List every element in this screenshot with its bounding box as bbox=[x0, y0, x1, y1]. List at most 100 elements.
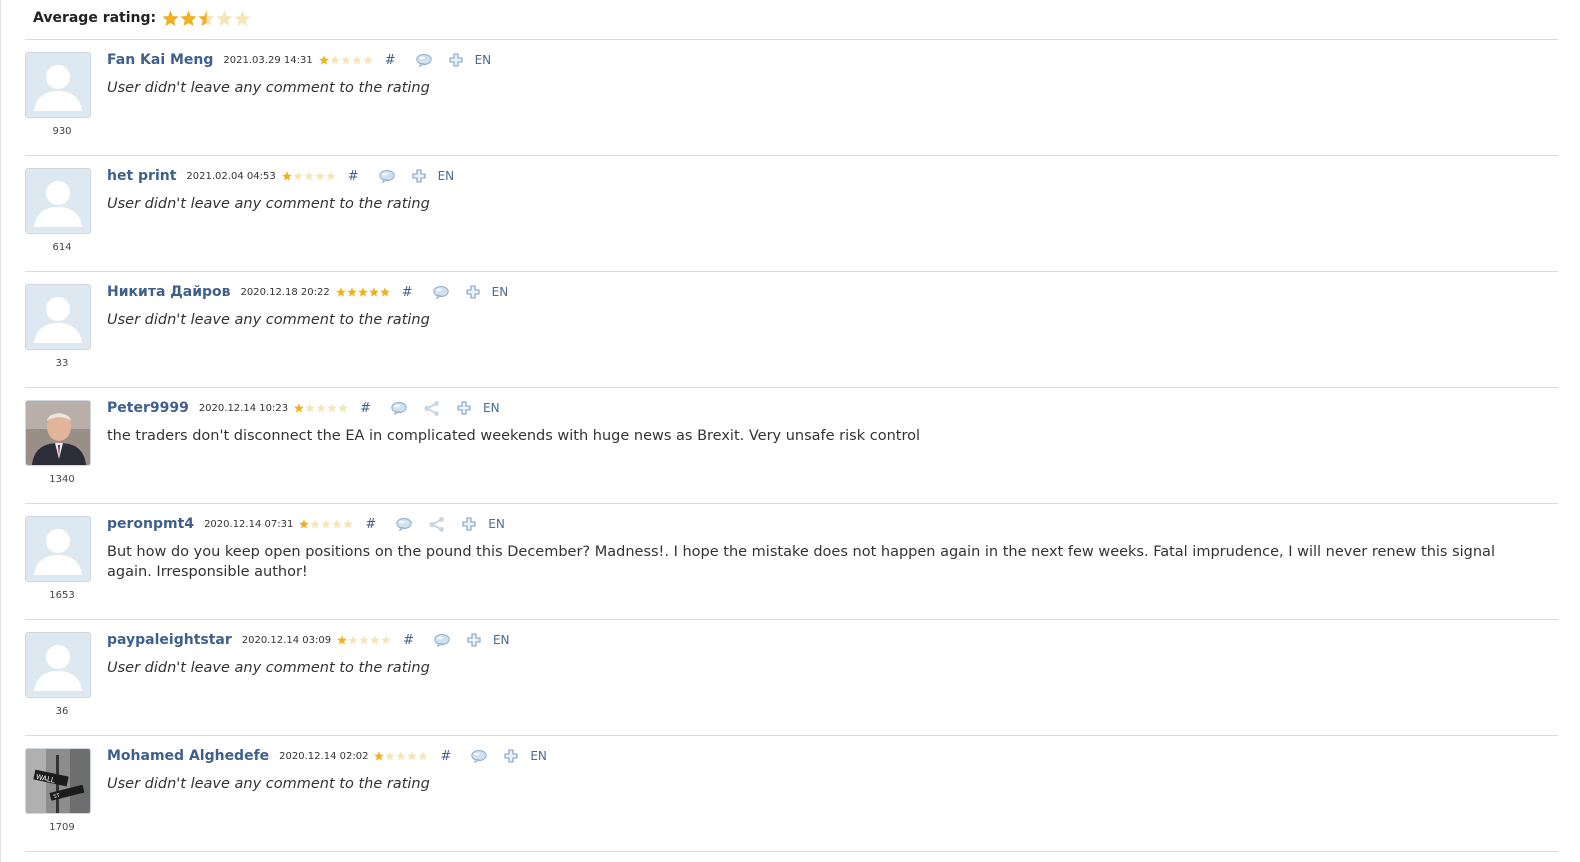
star-empty-icon bbox=[343, 519, 354, 529]
avatar[interactable] bbox=[25, 52, 91, 118]
star-filled-icon bbox=[358, 287, 368, 297]
add-icon bbox=[467, 633, 481, 647]
permalink-hash[interactable]: # bbox=[440, 749, 451, 764]
star-filled-icon bbox=[347, 287, 357, 297]
star-empty-icon bbox=[418, 751, 429, 761]
star-empty-icon bbox=[407, 751, 418, 761]
avatar[interactable] bbox=[25, 632, 91, 698]
share-button[interactable] bbox=[429, 516, 445, 532]
star-empty-icon bbox=[305, 403, 315, 413]
star-empty-icon bbox=[329, 55, 340, 65]
star-empty-icon bbox=[234, 10, 251, 26]
review-date: 2021.02.04 04:53 bbox=[186, 170, 276, 182]
share-button[interactable] bbox=[424, 400, 440, 416]
star-empty-icon bbox=[351, 55, 362, 65]
share-icon bbox=[429, 516, 445, 532]
language-link[interactable]: EN bbox=[493, 633, 510, 647]
avatar[interactable] bbox=[25, 284, 91, 350]
add-button[interactable] bbox=[449, 53, 463, 67]
language-link[interactable]: EN bbox=[475, 53, 492, 67]
permalink-hash[interactable]: # bbox=[365, 517, 376, 532]
language-link[interactable]: EN bbox=[488, 517, 505, 531]
author-link[interactable]: het print bbox=[107, 168, 176, 184]
star-empty-icon bbox=[310, 519, 321, 529]
add-button[interactable] bbox=[462, 517, 476, 531]
user-rating-count: 1709 bbox=[49, 822, 75, 833]
review-comment: User didn't leave any comment to the rat… bbox=[107, 660, 430, 676]
review-stars bbox=[299, 519, 354, 529]
review-date: 2020.12.14 03:09 bbox=[241, 634, 332, 646]
left-border bbox=[0, 0, 1, 862]
review-header: Mohamed Alghedefe 2020.12.14 02:02 # EN bbox=[107, 748, 547, 764]
user-rating-count: 614 bbox=[52, 242, 72, 253]
review-comment: the traders don't disconnect the EA in c… bbox=[107, 428, 920, 444]
avatar[interactable] bbox=[25, 400, 91, 466]
comment-button[interactable] bbox=[432, 285, 449, 299]
permalink-hash[interactable]: # bbox=[348, 169, 359, 184]
add-icon bbox=[462, 517, 476, 531]
author-link[interactable]: Fan Kai Meng bbox=[107, 52, 213, 68]
star-empty-icon bbox=[321, 519, 332, 529]
review-comment: But how do you keep open positions on th… bbox=[107, 544, 1495, 580]
average-rating-label: Average rating: bbox=[33, 10, 157, 26]
star-empty-icon bbox=[325, 171, 336, 181]
author-link[interactable]: Peter9999 bbox=[107, 400, 189, 416]
share-icon bbox=[424, 400, 439, 416]
review-header: Fan Kai Meng 2021.03.29 14:31 # EN bbox=[107, 52, 491, 68]
review-date: 2020.12.14 10:23 bbox=[198, 402, 289, 414]
comment-icon bbox=[471, 749, 488, 763]
avatar[interactable] bbox=[25, 168, 91, 234]
permalink-hash[interactable]: # bbox=[385, 53, 396, 68]
add-button[interactable] bbox=[457, 401, 471, 415]
comment-button[interactable] bbox=[378, 169, 395, 183]
star-filled-icon bbox=[294, 403, 304, 413]
review-stars bbox=[318, 55, 373, 65]
user-rating-count: 36 bbox=[55, 706, 69, 717]
add-button[interactable] bbox=[504, 749, 518, 763]
review-stars bbox=[281, 171, 336, 181]
permalink-hash[interactable]: # bbox=[360, 401, 371, 416]
author-link[interactable]: paypaleightstar bbox=[107, 632, 232, 648]
user-rating-count: 1340 bbox=[49, 474, 75, 485]
review-comment: User didn't leave any comment to the rat… bbox=[107, 776, 430, 792]
comment-button[interactable] bbox=[415, 53, 432, 67]
star-filled-icon bbox=[162, 10, 179, 26]
language-link[interactable]: EN bbox=[492, 285, 509, 299]
review-stars bbox=[336, 287, 390, 297]
add-button[interactable] bbox=[467, 633, 481, 647]
average-rating-stars bbox=[162, 10, 251, 27]
comment-button[interactable] bbox=[396, 517, 412, 531]
star-empty-icon bbox=[314, 171, 325, 181]
review-stars bbox=[337, 635, 391, 645]
review-item: 33 Никита Дайров 2020.12.18 20:22 # EN U… bbox=[25, 272, 1558, 388]
review-item: 36 paypaleightstar 2020.12.14 03:09 # EN… bbox=[25, 620, 1558, 736]
add-icon bbox=[466, 285, 480, 299]
review-item: 614 het print 2021.02.04 04:53 # EN User… bbox=[25, 156, 1558, 272]
author-link[interactable]: peronpmt4 bbox=[107, 516, 194, 532]
permalink-hash[interactable]: # bbox=[402, 285, 413, 300]
language-link[interactable]: EN bbox=[530, 749, 547, 763]
comment-icon bbox=[391, 401, 407, 415]
permalink-hash[interactable]: # bbox=[403, 633, 414, 648]
author-link[interactable]: Mohamed Alghedefe bbox=[107, 748, 269, 764]
author-link[interactable]: Никита Дайров bbox=[107, 284, 231, 300]
avatar[interactable]: WALL ST bbox=[25, 748, 91, 814]
language-link[interactable]: EN bbox=[483, 401, 500, 415]
review-comment: User didn't leave any comment to the rat… bbox=[107, 196, 430, 212]
comment-button[interactable] bbox=[434, 633, 450, 647]
comment-button[interactable] bbox=[471, 749, 488, 763]
add-button[interactable] bbox=[412, 169, 426, 183]
avatar[interactable] bbox=[25, 516, 91, 582]
review-date: 2020.12.14 07:31 bbox=[204, 518, 294, 530]
comment-button[interactable] bbox=[391, 401, 407, 415]
add-button[interactable] bbox=[466, 285, 480, 299]
review-comment: User didn't leave any comment to the rat… bbox=[107, 312, 430, 328]
language-link[interactable]: EN bbox=[438, 169, 455, 183]
review-comment: User didn't leave any comment to the rat… bbox=[107, 80, 430, 96]
review-header: het print 2021.02.04 04:53 # EN bbox=[107, 168, 454, 184]
star-filled-icon bbox=[380, 287, 390, 297]
star-empty-icon bbox=[327, 403, 337, 413]
star-empty-icon bbox=[362, 55, 373, 65]
star-empty-icon bbox=[396, 751, 407, 761]
review-header: Peter9999 2020.12.14 10:23 # EN bbox=[107, 400, 500, 416]
